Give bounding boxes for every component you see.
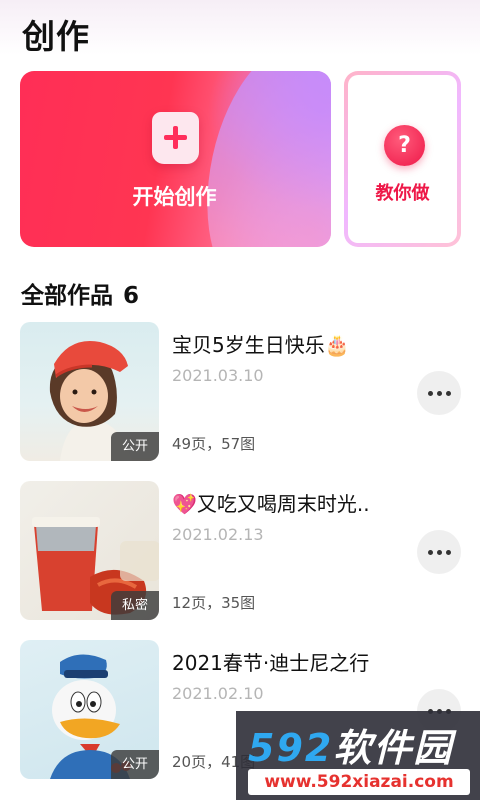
work-date: 2021.02.10 <box>172 684 264 703</box>
work-title: 2021春节·迪士尼之行 <box>172 651 370 675</box>
start-create-label: 开始创作 <box>132 185 217 209</box>
work-date: 2021.02.13 <box>172 525 264 544</box>
card-wave-decoration <box>185 71 331 247</box>
section-title: 全部作品 6 <box>21 276 139 310</box>
tutorial-label: 教你做 <box>375 183 430 204</box>
work-title: 💖又吃又喝周末时光.. <box>172 492 370 516</box>
more-options-button[interactable] <box>417 530 461 574</box>
work-item[interactable]: 私密 💖又吃又喝周末时光.. 2021.02.13 12页，35图 <box>20 481 462 620</box>
work-date: 2021.03.10 <box>172 366 264 385</box>
ellipsis-icon <box>427 390 433 396</box>
work-stats: 12页，35图 <box>172 594 256 612</box>
section-title-label: 全部作品 <box>21 283 113 309</box>
page-title: 创作 <box>22 17 90 56</box>
work-thumbnail[interactable]: 公开 <box>20 640 159 779</box>
plus-icon <box>152 112 199 164</box>
ellipsis-icon <box>427 549 433 555</box>
tutorial-card[interactable]: ? 教你做 <box>344 71 461 247</box>
works-count: 6 <box>123 283 140 309</box>
visibility-badge: 私密 <box>111 591 159 620</box>
start-create-card[interactable]: 开始创作 <box>20 71 331 247</box>
work-item[interactable]: 公开 宝贝5岁生日快乐🎂 2021.03.10 49页，57图 <box>20 322 462 461</box>
work-thumbnail[interactable]: 公开 <box>20 322 159 461</box>
question-icon: ? <box>384 125 425 166</box>
work-thumbnail[interactable]: 私密 <box>20 481 159 620</box>
work-stats: 49页，57图 <box>172 435 256 453</box>
watermark-logo: 592软件园 <box>248 726 454 770</box>
site-watermark: 592软件园 www.592xiazai.com <box>236 711 480 800</box>
watermark-url: www.592xiazai.com <box>248 769 470 795</box>
more-options-button[interactable] <box>417 371 461 415</box>
visibility-badge: 公开 <box>111 750 159 779</box>
work-title: 宝贝5岁生日快乐🎂 <box>172 333 350 357</box>
visibility-badge: 公开 <box>111 432 159 461</box>
